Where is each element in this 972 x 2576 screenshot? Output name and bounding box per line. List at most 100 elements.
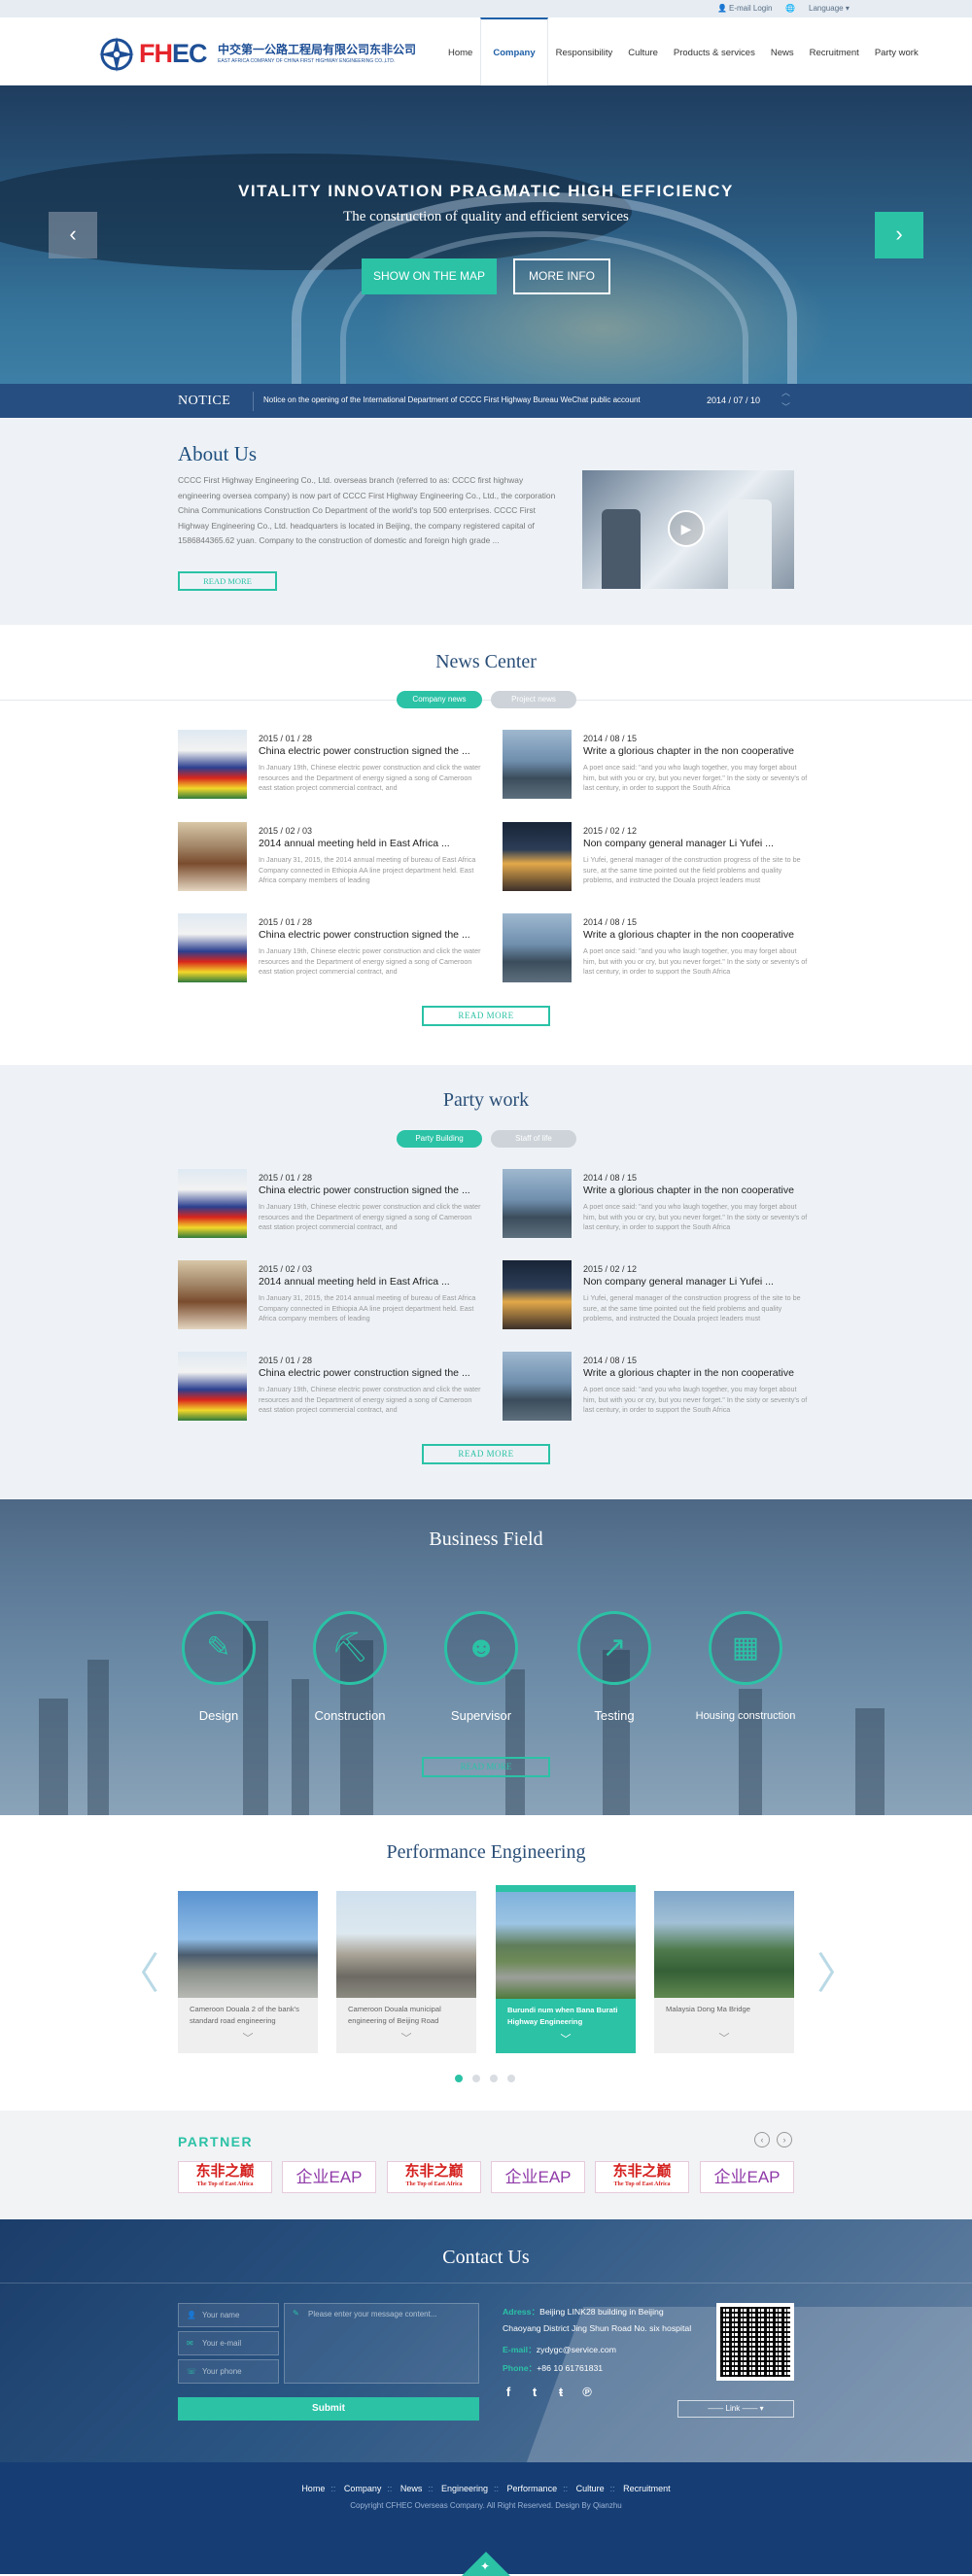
list-item[interactable]: 2014 / 08 / 15 Write a glorious chapter …	[503, 730, 814, 800]
news-headline[interactable]: Non company general manager Li Yufei ...	[583, 838, 816, 849]
footer-link-recruitment[interactable]: Recruitment	[623, 2484, 671, 2493]
footer-link-culture[interactable]: Culture	[576, 2484, 605, 2493]
email-login-link[interactable]: E-mail Login	[729, 4, 772, 13]
nav-products-services[interactable]: Products & services	[666, 17, 763, 86]
message-textarea[interactable]: ✎ Please enter your message content...	[284, 2303, 479, 2384]
more-info-button[interactable]: MORE INFO	[513, 258, 610, 294]
twitter-icon[interactable]: t	[527, 2385, 542, 2400]
link-dropdown[interactable]: —— Link —— ▾	[677, 2400, 794, 2418]
carousel-dot[interactable]	[507, 2075, 515, 2082]
partner-logo[interactable]: 企业EAP	[282, 2161, 376, 2193]
footer-link-performance[interactable]: Performance	[507, 2484, 558, 2493]
partner-logo[interactable]: 东非之巅 The Top of East Africa	[178, 2161, 272, 2193]
list-item[interactable]: 2014 / 08 / 15 Write a glorious chapter …	[503, 1169, 814, 1239]
news-read-more-button[interactable]: READ MORE	[422, 1006, 550, 1026]
news-headline[interactable]: 2014 annual meeting held in East Africa …	[259, 838, 492, 849]
news-thumbnail[interactable]	[503, 822, 572, 891]
carousel-dot[interactable]	[455, 2075, 463, 2082]
business-label-supervisor[interactable]: Supervisor	[423, 1708, 539, 1723]
news-headline[interactable]: China electric power construction signed…	[259, 745, 492, 757]
carousel-dot[interactable]	[490, 2075, 498, 2082]
crane-icon[interactable]: ⛏	[313, 1611, 387, 1685]
tab-staff-of-life[interactable]: Staff of life	[491, 1130, 576, 1148]
footer-link-home[interactable]: Home	[301, 2484, 325, 2493]
performance-image[interactable]	[654, 1891, 794, 1998]
list-item[interactable]: 2015 / 02 / 12 Non company general manag…	[503, 822, 814, 892]
tab-project-news[interactable]: Project news	[491, 691, 576, 708]
performance-card[interactable]: Malaysia Dong Ma Bridge ﹀	[654, 1891, 794, 2053]
partner-prev-icon[interactable]: ‹	[754, 2132, 770, 2147]
business-label-testing[interactable]: Testing	[556, 1708, 673, 1723]
partner-logo[interactable]: 企业EAP	[491, 2161, 585, 2193]
nav-home[interactable]: Home	[440, 17, 480, 86]
list-item[interactable]: 2015 / 02 / 12 Non company general manag…	[503, 1260, 814, 1330]
nav-responsibility[interactable]: Responsibility	[548, 17, 621, 86]
party-headline[interactable]: Non company general manager Li Yufei ...	[583, 1276, 816, 1288]
party-headline[interactable]: 2014 annual meeting held in East Africa …	[259, 1276, 492, 1288]
name-input[interactable]: 👤 Your name	[178, 2303, 279, 2327]
chart-icon[interactable]: ↗	[577, 1611, 651, 1685]
performance-next-arrow-icon[interactable]: 〉	[816, 1939, 859, 2001]
about-video-thumbnail[interactable]: ▶	[582, 470, 794, 589]
news-thumbnail[interactable]	[178, 730, 247, 799]
performance-prev-arrow-icon[interactable]: 〈	[117, 1939, 159, 2001]
news-thumbnail[interactable]	[503, 730, 572, 799]
party-read-more-button[interactable]: READ MORE	[422, 1444, 550, 1464]
about-read-more-button[interactable]: READ MORE	[178, 571, 277, 591]
partner-logo[interactable]: 东非之巅 The Top of East Africa	[595, 2161, 689, 2193]
news-thumbnail[interactable]	[178, 913, 247, 982]
nav-culture[interactable]: Culture	[620, 17, 666, 86]
business-label-housing[interactable]: Housing construction	[687, 1710, 804, 1722]
notice-text[interactable]: Notice on the opening of the Internation…	[263, 395, 641, 404]
nav-news[interactable]: News	[763, 17, 802, 86]
performance-card-active[interactable]: Burundi num when Bana Burati Highway Eng…	[496, 1885, 636, 2053]
performance-image[interactable]	[336, 1891, 476, 1998]
news-headline[interactable]: Write a glorious chapter in the non coop…	[583, 745, 816, 757]
party-headline[interactable]: China electric power construction signed…	[259, 1367, 492, 1379]
play-icon[interactable]: ▶	[668, 510, 705, 547]
party-thumbnail[interactable]	[503, 1352, 572, 1421]
list-item[interactable]: 2015 / 01 / 28 China electric power cons…	[178, 1169, 489, 1239]
party-headline[interactable]: Write a glorious chapter in the non coop…	[583, 1185, 816, 1196]
submit-button[interactable]: Submit	[178, 2397, 479, 2421]
carousel-dot[interactable]	[472, 2075, 480, 2082]
party-thumbnail[interactable]	[503, 1260, 572, 1329]
phone-input[interactable]: ☏ Your phone	[178, 2359, 279, 2384]
chevron-down-icon[interactable]: ﹀	[336, 2030, 476, 2045]
news-headline[interactable]: China electric power construction signed…	[259, 929, 492, 941]
building-icon[interactable]: ▦	[709, 1611, 782, 1685]
arrow-up-icon[interactable]: ✦	[480, 2559, 490, 2573]
email-input[interactable]: ✉ Your e-mail	[178, 2331, 279, 2355]
footer-link-news[interactable]: News	[400, 2484, 423, 2493]
list-item[interactable]: 2015 / 02 / 03 2014 annual meeting held …	[178, 822, 489, 892]
list-item[interactable]: 2015 / 01 / 28 China electric power cons…	[178, 913, 489, 983]
news-thumbnail[interactable]	[503, 913, 572, 982]
language-selector[interactable]: Language ▾	[809, 4, 850, 13]
performance-image[interactable]	[496, 1892, 636, 1999]
facebook-icon[interactable]: f	[501, 2385, 516, 2400]
chevron-down-icon[interactable]: ﹀	[654, 2030, 794, 2045]
party-thumbnail[interactable]	[178, 1169, 247, 1238]
party-headline[interactable]: China electric power construction signed…	[259, 1185, 492, 1196]
notice-down-icon[interactable]: ﹀	[781, 400, 790, 413]
tab-company-news[interactable]: Company news	[397, 691, 482, 708]
performance-image[interactable]	[178, 1891, 318, 1998]
partner-logo[interactable]: 企业EAP	[700, 2161, 794, 2193]
list-item[interactable]: 2015 / 01 / 28 China electric power cons…	[178, 730, 489, 800]
hero-next-arrow-icon[interactable]: ›	[875, 212, 923, 258]
footer-link-engineering[interactable]: Engineering	[441, 2484, 488, 2493]
business-label-construction[interactable]: Construction	[292, 1708, 408, 1723]
footer-link-company[interactable]: Company	[344, 2484, 382, 2493]
chevron-down-icon[interactable]: ﹀	[496, 2031, 636, 2046]
worker-icon[interactable]: ☻	[444, 1611, 518, 1685]
business-label-design[interactable]: Design	[160, 1708, 277, 1723]
nav-party-work[interactable]: Party work	[867, 17, 926, 86]
party-headline[interactable]: Write a glorious chapter in the non coop…	[583, 1367, 816, 1379]
news-headline[interactable]: Write a glorious chapter in the non coop…	[583, 929, 816, 941]
pinterest-icon[interactable]: ℗	[579, 2385, 595, 2400]
party-thumbnail[interactable]	[178, 1352, 247, 1421]
chevron-down-icon[interactable]: ﹀	[178, 2030, 318, 2045]
party-thumbnail[interactable]	[178, 1260, 247, 1329]
news-thumbnail[interactable]	[178, 822, 247, 891]
tab-party-building[interactable]: Party Building	[397, 1130, 482, 1148]
